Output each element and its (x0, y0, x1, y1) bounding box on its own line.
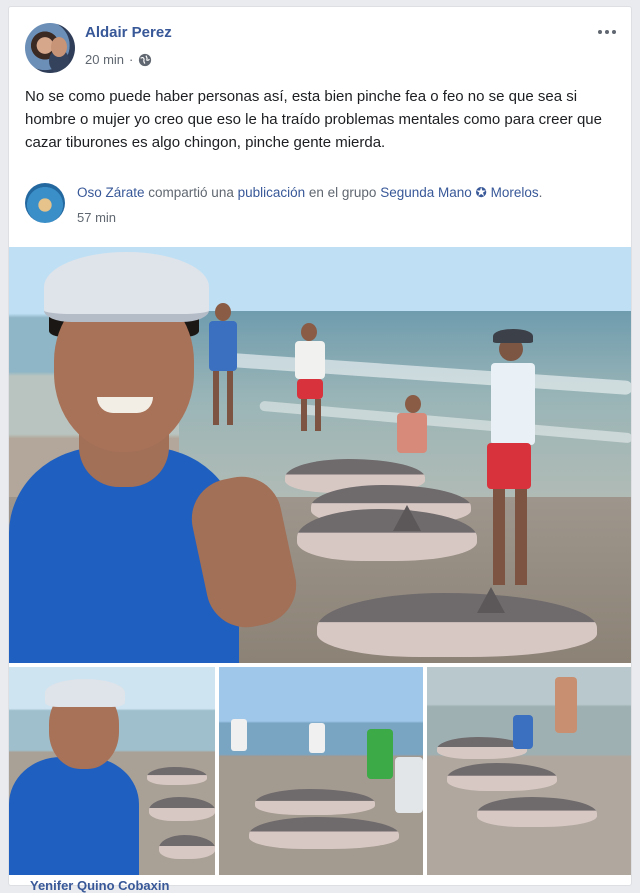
cap-shape (44, 252, 209, 322)
shared-author-avatar[interactable] (25, 183, 65, 223)
more-options-icon[interactable] (595, 25, 619, 39)
shared-attribution: Oso Zárate compartió una publicación en … (77, 185, 542, 201)
shared-suffix: . (538, 185, 543, 200)
shared-verb: compartió una (144, 185, 238, 200)
author-name[interactable]: Aldair Perez (85, 24, 172, 41)
author-avatar[interactable] (25, 23, 75, 73)
post-card: Aldair Perez 20 min · No se como puede h… (8, 6, 632, 886)
shared-group-link[interactable]: Segunda Mano ✪ Morelos (380, 185, 538, 200)
timestamp-label[interactable]: 20 min (85, 52, 124, 67)
main-photo[interactable] (9, 247, 631, 663)
next-comment-author[interactable]: Yenifer Quino Cobaxin (30, 878, 169, 893)
thumbnail-photo-1[interactable] (9, 667, 215, 875)
post-text: No se como puede haber personas así, est… (25, 88, 602, 151)
thumbnail-photo-2[interactable] (219, 667, 423, 875)
shared-timestamp[interactable]: 57 min (77, 210, 116, 225)
shared-author-link[interactable]: Oso Zárate (77, 185, 145, 200)
shared-group-prefix: en el grupo (305, 185, 381, 200)
thumbnail-photo-3[interactable] (427, 667, 631, 875)
shared-object-link[interactable]: publicación (238, 185, 306, 200)
globe-icon (139, 53, 152, 66)
post-timestamp: 20 min · (85, 52, 152, 67)
